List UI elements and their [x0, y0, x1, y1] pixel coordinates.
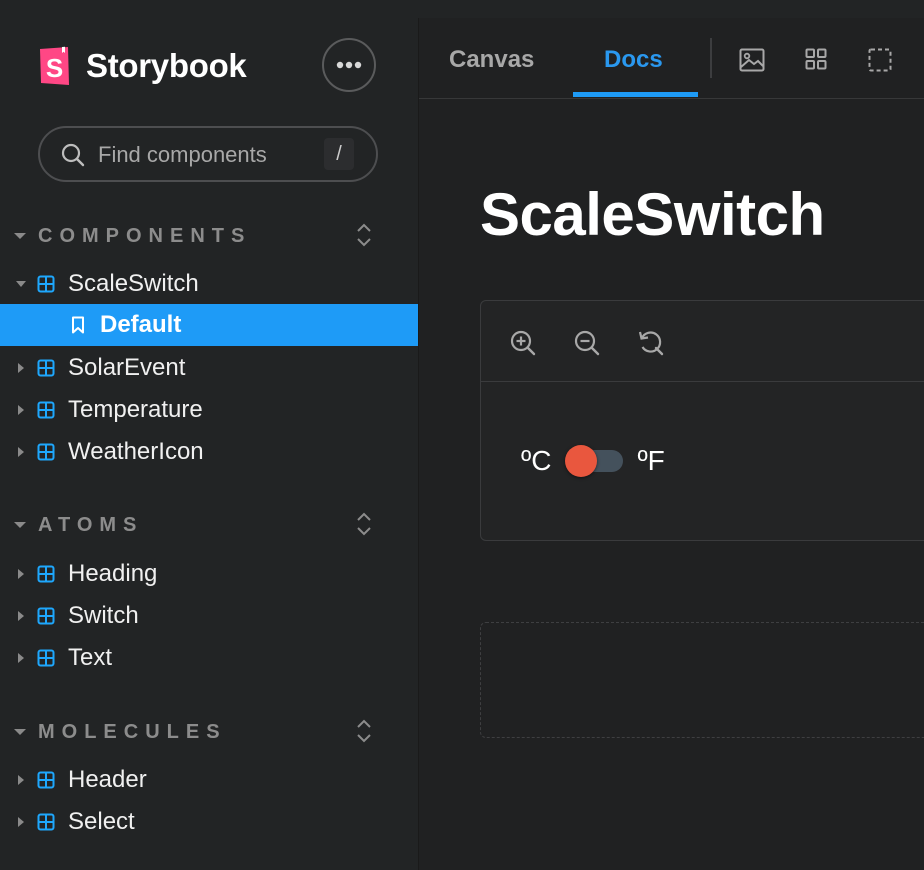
- celsius-label: ºC: [521, 445, 552, 476]
- zoom-reset-icon[interactable]: [637, 329, 665, 357]
- tree-item-default-story[interactable]: Default: [0, 304, 418, 346]
- tree-item-label: Heading: [68, 560, 158, 587]
- tab-canvas[interactable]: Canvas: [449, 46, 534, 74]
- caret-right-icon: [18, 775, 24, 785]
- section-label: MOLECULES: [38, 720, 227, 743]
- search-input[interactable]: [96, 140, 320, 170]
- tab-bar: Canvas Docs: [419, 18, 924, 99]
- grid-icon[interactable]: [805, 48, 827, 70]
- tree-item-label: Default: [100, 311, 182, 338]
- caret-right-icon: [18, 569, 24, 579]
- component-icon: [37, 359, 55, 377]
- caret-right-icon: [18, 363, 24, 373]
- scale-toggle[interactable]: [565, 445, 624, 477]
- bookmark-icon: [72, 316, 84, 334]
- component-icon: [37, 275, 55, 293]
- component-icon: [37, 443, 55, 461]
- story-preview: ºC ºF: [480, 300, 924, 541]
- tree-item-label: ScaleSwitch: [68, 270, 199, 297]
- tree-item-label: Switch: [68, 602, 139, 629]
- tree-item-label: Header: [68, 766, 147, 793]
- sidebar: S Storybook / COMPONENTS: [0, 0, 418, 870]
- component-icon: [37, 813, 55, 831]
- toolbar-divider: [710, 38, 712, 78]
- ellipsis-icon: [336, 61, 362, 69]
- tree-item-weathericon[interactable]: WeatherIcon: [0, 431, 418, 473]
- section-label: ATOMS: [38, 513, 144, 536]
- component-icon: [37, 607, 55, 625]
- outline-icon[interactable]: [868, 48, 892, 72]
- caret-down-icon: [16, 281, 26, 287]
- tree-item-label: SolarEvent: [68, 354, 186, 381]
- tree-item-text[interactable]: Text: [0, 637, 418, 679]
- app-title: Storybook: [86, 47, 247, 84]
- zoom-in-icon[interactable]: [509, 329, 537, 357]
- section-molecules[interactable]: MOLECULES: [14, 718, 374, 746]
- toggle-knob[interactable]: [565, 445, 598, 477]
- tree-item-select[interactable]: Select: [0, 801, 418, 843]
- caret-down-icon: [14, 233, 26, 239]
- caret-right-icon: [18, 611, 24, 621]
- expand-collapse-icon[interactable]: [354, 718, 374, 744]
- component-icon: [37, 649, 55, 667]
- caret-right-icon: [18, 447, 24, 457]
- active-tab-indicator: [573, 92, 698, 97]
- main-panel: Canvas Docs ScaleSwitch ºC ºF: [418, 18, 924, 870]
- storybook-logo[interactable]: S Storybook: [38, 45, 247, 87]
- scale-switch: ºC ºF: [521, 445, 665, 477]
- tree-item-header[interactable]: Header: [0, 759, 418, 801]
- caret-right-icon: [18, 653, 24, 663]
- menu-button[interactable]: [322, 38, 376, 92]
- expand-collapse-icon[interactable]: [354, 511, 374, 537]
- caret-right-icon: [18, 817, 24, 827]
- fahrenheit-label: ºF: [637, 445, 665, 476]
- tree-item-temperature[interactable]: Temperature: [0, 389, 418, 431]
- args-table-placeholder: [480, 622, 924, 738]
- tab-docs[interactable]: Docs: [604, 46, 663, 74]
- tree-item-label: Temperature: [68, 396, 203, 423]
- section-components[interactable]: COMPONENTS: [14, 222, 374, 250]
- page-title: ScaleSwitch: [480, 181, 825, 248]
- image-icon[interactable]: [739, 48, 765, 72]
- tree-item-solarevent[interactable]: SolarEvent: [0, 347, 418, 389]
- storybook-logo-icon: S: [38, 45, 74, 87]
- svg-text:S: S: [46, 53, 63, 83]
- tree-item-switch[interactable]: Switch: [0, 595, 418, 637]
- search-shortcut-key: /: [324, 138, 354, 170]
- tree-item-scaleswitch[interactable]: ScaleSwitch: [0, 263, 418, 305]
- preview-toolbar: [481, 301, 924, 382]
- section-atoms[interactable]: ATOMS: [14, 511, 374, 539]
- caret-down-icon: [14, 729, 26, 735]
- caret-right-icon: [18, 405, 24, 415]
- component-icon: [37, 565, 55, 583]
- tree-item-heading[interactable]: Heading: [0, 553, 418, 595]
- tree-item-label: Select: [68, 808, 135, 835]
- tree-item-label: WeatherIcon: [68, 438, 204, 465]
- caret-down-icon: [14, 522, 26, 528]
- component-icon: [37, 771, 55, 789]
- expand-collapse-icon[interactable]: [354, 222, 374, 248]
- zoom-out-icon[interactable]: [573, 329, 601, 357]
- component-icon: [37, 401, 55, 419]
- search-icon: [61, 143, 85, 167]
- tree-item-label: Text: [68, 644, 113, 671]
- section-label: COMPONENTS: [38, 224, 252, 247]
